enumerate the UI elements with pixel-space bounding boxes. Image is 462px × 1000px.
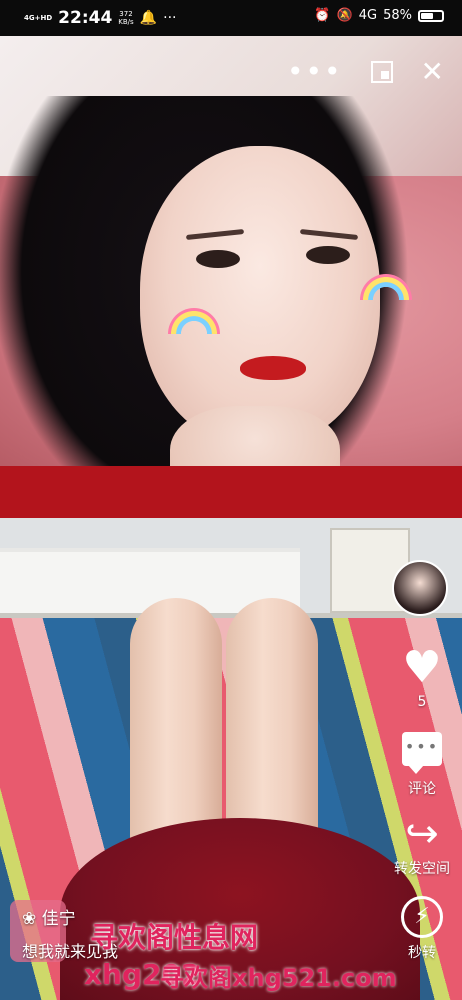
more-dots-icon[interactable]: ••• [287,58,343,86]
network-speed: 372 KB/s [118,10,133,26]
author-name: 佳宁 [41,909,76,929]
mute-icon: 🔕 [336,8,353,23]
video-top-actions: ••• ✕ [287,58,444,86]
network-speed-unit: KB/s [118,18,134,26]
close-icon[interactable]: ✕ [421,58,444,86]
clock: 22:44 [58,8,113,28]
battery-percent: 58% [383,8,412,23]
author-flower-icon: ❀ [22,909,37,929]
share-button[interactable]: ↪ 转发空间 [382,814,462,878]
lightning-icon: ⚡ [401,896,443,938]
comment-icon [402,732,442,774]
more-notifications-icon: ··· [163,10,177,26]
network-speed-value: 372 [119,10,133,18]
picture-in-picture-icon[interactable] [370,61,393,83]
author-avatar[interactable] [392,560,448,616]
heart-icon: ♥ [402,642,442,693]
battery-fill [421,12,433,19]
comment-button[interactable]: 评论 [382,732,462,798]
right-eye [306,246,350,264]
dress-shape [0,466,462,518]
quick-share-button[interactable]: ⚡ 秒转 [382,896,462,962]
notification-bell-icon: 🔔 [139,10,158,26]
alarm-icon: ⏰ [314,8,331,23]
signal-label: 4G [358,8,378,23]
share-icon: ↪ [405,811,439,857]
left-eye [196,250,240,268]
battery-icon [418,9,444,22]
watermark-url: 寻欢阁xhg521.com [160,964,397,992]
comment-label: 评论 [408,781,436,797]
share-label: 转发空间 [394,861,450,877]
status-left: 4G+HD 22:44 372 KB/s 🔔 ··· [24,8,176,28]
like-button[interactable]: ♥ 5 [382,642,462,711]
face-shape [140,146,380,446]
status-right: ⏰ 🔕 4G 58% [314,8,444,23]
watermark-title: 寻欢阁性息网 [90,921,259,954]
like-count: 5 [417,694,427,710]
top-video[interactable]: ••• ✕ [0,36,462,518]
author-name-row[interactable]: ❀ 佳宁 [22,904,76,929]
status-bar: 4G+HD 22:44 372 KB/s 🔔 ··· ⏰ 🔕 4G 58% [0,0,462,36]
network-indicator: 4G+HD [24,14,53,22]
lips-shape [240,356,306,380]
